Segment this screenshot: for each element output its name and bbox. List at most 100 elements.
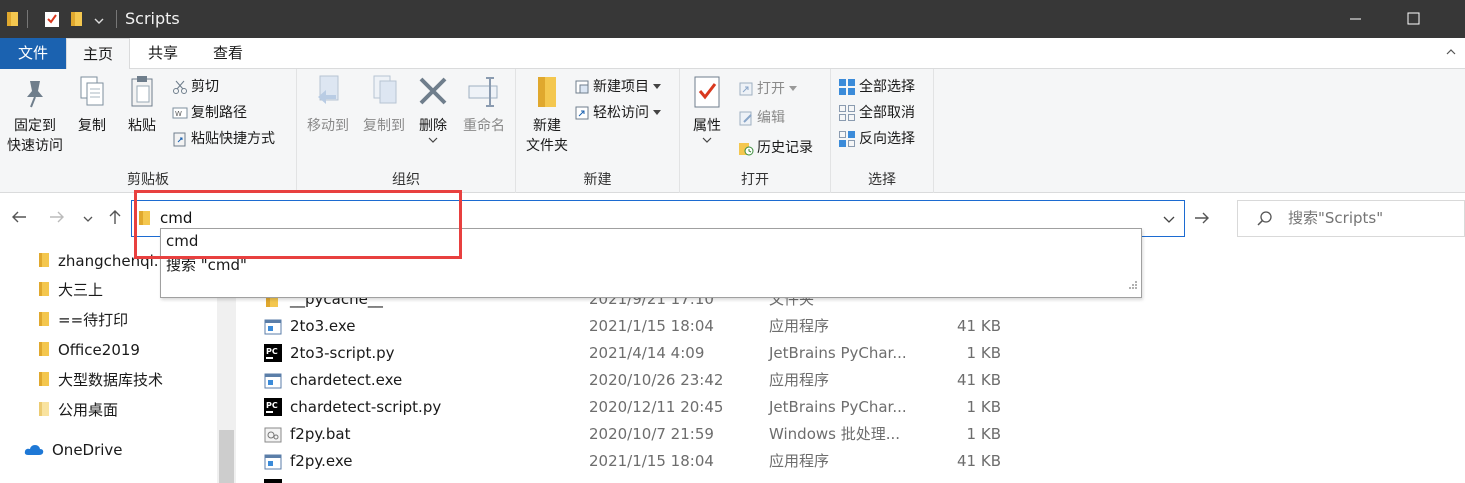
file-size: 41 KB [957,452,1001,470]
resize-grip-icon[interactable] [1128,278,1138,294]
new-folder-label-line2: 文件夹 [526,138,568,154]
file-date: 2021/1/15 18:04 [589,317,714,335]
customize-qa-dropdown-icon[interactable] [94,14,104,30]
delete-button[interactable]: 删除 [413,73,453,147]
nav-item-label: ==待打印 [58,311,129,329]
chevron-down-icon [653,84,662,89]
copy-path-label: 复制路径 [191,105,247,121]
select-group: 全部选择 全部取消 反向选择 选择 [831,69,934,193]
forward-arrow-icon[interactable] [48,208,66,230]
paste-button[interactable]: 粘贴 [120,73,164,136]
select-none-label: 全部取消 [859,105,915,121]
svg-text:W: W [175,110,182,118]
file-date: 2021/1/15 18:04 [589,452,714,470]
select-none-icon [839,105,855,121]
new-group: 新建 文件夹 新建项目 轻松访问 新建 [516,69,680,193]
up-arrow-icon[interactable] [106,208,124,230]
nav-item-dasanshang[interactable]: 大三上 [38,275,103,305]
properties-button[interactable]: 属性 [684,73,730,147]
cut-button[interactable]: 剪切 [172,75,219,99]
file-row[interactable]: PC chardetect-script.py 2020/12/11 20:45… [236,394,1465,421]
select-all-label: 全部选择 [859,79,915,95]
file-type: Windows 批处理... [769,425,901,443]
new-item-icon [575,80,589,94]
new-item-button[interactable]: 新建项目 [574,75,664,99]
paste-shortcut-button[interactable]: 粘贴快捷方式 [172,127,275,151]
invert-selection-icon [839,131,855,147]
chevron-down-icon [653,110,662,115]
search-box[interactable] [1237,200,1465,237]
properties-qa-icon[interactable] [44,11,60,32]
pycharm-icon [264,479,282,483]
cut-label: 剪切 [191,79,219,95]
paste-shortcut-icon [173,132,186,147]
open-button[interactable]: 打开 [738,77,800,101]
file-row[interactable]: 2to3.exe 2021/1/15 18:04 应用程序 41 KB [236,313,1465,340]
file-type: 应用程序 [769,452,830,470]
edit-label: 编辑 [757,110,785,126]
select-none-button[interactable]: 全部取消 [838,101,915,125]
file-row[interactable] [236,475,1465,483]
minimize-button[interactable] [1327,0,1383,38]
invert-selection-label: 反向选择 [859,131,915,147]
new-item-label: 新建项目 [593,79,649,95]
maximize-button[interactable] [1385,0,1441,38]
nav-item-public-desktop[interactable]: 公用桌面 [38,395,118,425]
copy-to-button[interactable]: 复制到 [357,73,411,136]
folder-icon [39,312,49,326]
new-folder-qa-icon[interactable] [70,11,84,31]
select-all-button[interactable]: 全部选择 [838,75,915,99]
organize-group-label: 组织 [392,172,420,188]
file-name: f2py.bat [290,425,351,443]
paste-shortcut-label: 粘贴快捷方式 [191,131,275,147]
search-input[interactable] [1288,209,1458,227]
file-size: 1 KB [966,398,1001,416]
history-button[interactable]: 历史记录 [738,136,813,160]
nav-item-onedrive[interactable]: OneDrive [24,435,123,465]
tab-share[interactable]: 共享 [132,38,194,69]
pin-to-quick-access-button[interactable]: 固定到 快速访问 [4,73,66,156]
address-history-chevron-icon[interactable] [1162,213,1176,229]
scrollbar-thumb[interactable] [219,430,234,483]
open-icon [739,82,753,96]
move-to-button[interactable]: 移动到 [301,73,355,136]
folder-icon [39,342,49,356]
new-group-label: 新建 [583,172,612,188]
rename-button[interactable]: 重命名 [455,73,513,136]
recent-locations-chevron-icon[interactable] [82,212,94,228]
file-size: 1 KB [966,344,1001,362]
invert-selection-button[interactable]: 反向选择 [838,127,915,151]
pin-icon [27,81,43,108]
nav-item-label: 公用桌面 [58,401,119,419]
tab-home[interactable]: 主页 [66,38,130,70]
copy-path-button[interactable]: W 复制路径 [172,101,247,125]
title-bar: Scripts [0,0,1465,38]
file-row[interactable]: PC 2to3-script.py 2021/4/14 4:09 JetBrai… [236,340,1465,367]
copy-icon [80,76,104,106]
ribbon-collapse-icon[interactable] [1445,46,1457,62]
file-date: 2020/10/7 21:59 [589,425,714,443]
clipboard-group: 固定到 快速访问 复制 粘贴 剪切 W 复制路径 粘贴快捷方式 剪贴板 [0,69,297,193]
file-name: chardetect-script.py [290,398,442,416]
file-date: 2020/10/26 23:42 [589,371,724,389]
onedrive-cloud-icon [24,445,44,455]
nav-item-to-print[interactable]: ==待打印 [38,305,128,335]
file-row[interactable]: f2py.bat 2020/10/7 21:59 Windows 批处理... … [236,421,1465,448]
file-name: 2to3-script.py [290,344,395,362]
easy-access-button[interactable]: 轻松访问 [574,101,664,125]
edit-button[interactable]: 编辑 [738,106,785,130]
copy-button[interactable]: 复制 [70,73,114,136]
go-arrow-icon[interactable] [1192,208,1212,232]
nav-item-office2019[interactable]: Office2019 [38,335,140,365]
rename-label: 重命名 [463,118,505,134]
file-row[interactable]: f2py.exe 2021/1/15 18:04 应用程序 41 KB [236,448,1465,475]
nav-item-database[interactable]: 大型数据库技术 [38,365,163,395]
new-folder-button[interactable]: 新建 文件夹 [520,73,574,156]
nav-item-label: 大三上 [58,281,104,299]
properties-icon [694,76,720,108]
file-row[interactable]: chardetect.exe 2020/10/26 23:42 应用程序 41 … [236,367,1465,394]
tab-view[interactable]: 查看 [196,38,260,69]
tab-file[interactable]: 文件 [0,38,66,69]
divider [27,10,28,28]
back-arrow-icon[interactable] [10,208,28,230]
